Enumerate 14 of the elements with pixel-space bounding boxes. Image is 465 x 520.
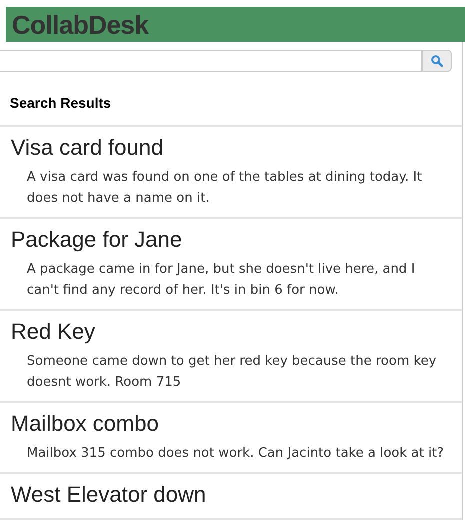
result-title[interactable]: West Elevator down — [11, 480, 451, 510]
result-description: A package came in for Jane, but she doesn't live here, and I can't find any record of her. It's in bin 6 for now. — [26, 261, 416, 300]
search-field[interactable] — [0, 50, 422, 72]
result-title[interactable]: Package for Jane — [11, 225, 451, 255]
result-title[interactable]: Mailbox combo — [11, 409, 451, 439]
result-description: Someone came down to get her red key because the room key doesnt work. Room 715 — [26, 353, 438, 392]
result-title[interactable]: Red Key — [11, 317, 451, 347]
app-title: CollabDesk — [12, 12, 149, 38]
search-icon — [431, 55, 443, 67]
result-description: A visa card was found on one of the tables at dining today. It does not have a name on it. — [26, 169, 424, 208]
result-title[interactable]: Visa card found — [11, 133, 451, 163]
search-button[interactable] — [422, 50, 452, 72]
results-heading: Search Results — [10, 95, 112, 111]
result-description: Mailbox 315 combo does not work. Can Jacinto take a look at it? — [26, 445, 446, 463]
